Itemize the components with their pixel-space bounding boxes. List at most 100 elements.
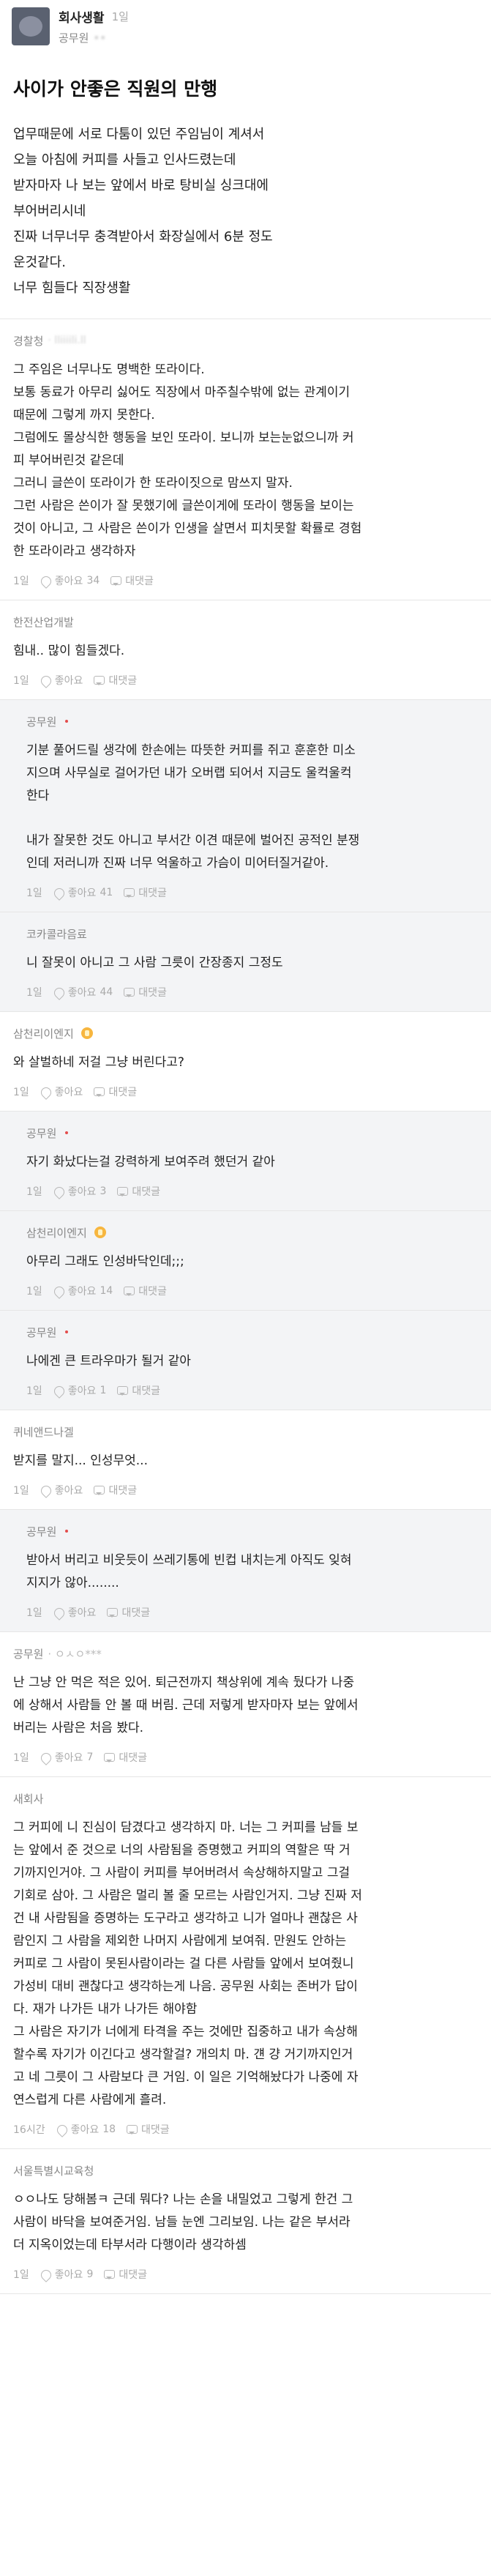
badge-icon	[80, 1027, 93, 1039]
comment-author[interactable]: 삼천리이엔지	[26, 1225, 87, 1240]
comment-text-line: 그런 사람은 쓴이가 잘 못했기에 글쓴이게에 또라이 행동을 보이는	[13, 499, 354, 513]
comment-actions: 1일 좋아요 대댓글	[13, 1084, 478, 1099]
like-label: 좋아요	[54, 2269, 83, 2281]
reply-button[interactable]: 대댓글	[116, 1184, 160, 1199]
like-count: 44	[100, 986, 113, 998]
post-meta: 회사생활 1일 공무원 ••	[59, 7, 129, 45]
reply-button[interactable]: 대댓글	[106, 1605, 150, 1620]
op-dot-icon	[65, 1530, 69, 1533]
like-button[interactable]: 좋아요	[40, 673, 83, 688]
like-button[interactable]: 좋아요 34	[40, 573, 100, 588]
reply-button[interactable]: 대댓글	[123, 885, 167, 900]
like-button[interactable]: 좋아요 14	[53, 1284, 113, 1298]
board-name[interactable]: 회사생활	[59, 7, 105, 26]
reply-icon	[93, 1086, 105, 1098]
comment-author[interactable]: 공무원	[26, 1325, 56, 1340]
like-icon	[40, 674, 51, 686]
comment-author[interactable]: 퀴네앤드나겔	[13, 1424, 74, 1440]
comment-text-line: 그러니 글쓴이 또라이가 한 또라이짓으로 맘쓰지 말자.	[13, 476, 293, 491]
comment: 퀴네앤드나겔 받지를 말지... 인성무엇... 1일 좋아요 대댓글	[0, 1410, 491, 1509]
like-button[interactable]: 좋아요 3	[53, 1184, 107, 1199]
like-label: 좋아요	[70, 2124, 100, 2136]
comment-text-line: 난 그냥 안 먹은 적은 있어. 퇴근전까지 책상위에 계속 뒀다가 나중	[13, 1675, 355, 1690]
comment: 한전산업개발 힘내.. 많이 힘들겠다. 1일 좋아요 대댓글	[0, 600, 491, 699]
comment-text-line: 기까지인거야. 그 사람이 커피를 부어버려서 속상해하지말고 그걸	[13, 1866, 351, 1880]
comment-text-line: 기분 풀어드릴 생각에 한손에는 따뜻한 커피를 쥐고 훈훈한 미소	[26, 743, 356, 758]
like-icon	[40, 1484, 51, 1496]
like-icon	[40, 1086, 51, 1098]
reply-comment: 공무원 자기 화났다는걸 강력하게 보여주려 했던거 같아 1일 좋아요 3 대댓글	[0, 1112, 491, 1210]
comment-head: 한전산업개발	[13, 614, 478, 630]
comment-author[interactable]: 경찰청	[13, 333, 43, 349]
comment-actions: 16시간 좋아요 18 대댓글	[13, 2122, 478, 2137]
reply-label: 대댓글	[108, 1485, 138, 1497]
reply-button[interactable]: 대댓글	[116, 1383, 160, 1398]
comment-author[interactable]: 한전산업개발	[13, 614, 74, 630]
like-button[interactable]: 좋아요 9	[40, 2267, 94, 2282]
like-label: 좋아요	[67, 1286, 97, 1298]
post-body-line: 너무 힘들다 직장생활	[13, 280, 131, 296]
reply-button[interactable]: 대댓글	[103, 1750, 147, 1765]
comment-author[interactable]: 서울특별시교육청	[13, 2163, 94, 2178]
comment-text-line: 것이 아니고, 그 사람은 쓴이가 인생을 살면서 피치못할 확률로 경험	[13, 521, 362, 536]
reply-label: 대댓글	[119, 1752, 147, 1764]
comment-time: 1일	[26, 987, 42, 999]
reply-button[interactable]: 대댓글	[103, 2267, 147, 2282]
comment-author[interactable]: 삼천리이엔지	[13, 1026, 74, 1041]
comment-author[interactable]: 공무원	[26, 1524, 56, 1539]
comment-text-line: 버리는 사람은 처음 봤다.	[13, 1721, 144, 1735]
reply-label: 대댓글	[125, 576, 154, 587]
board-avatar[interactable]	[12, 7, 50, 45]
reply-icon	[103, 2268, 116, 2280]
comment-text-line: 그 사람은 자기가 너에게 타격을 주는 것에만 집중하고 내가 속상해	[13, 2025, 358, 2039]
reply-button[interactable]: 대댓글	[93, 673, 137, 688]
like-icon	[53, 1607, 64, 1618]
like-label: 좋아요	[67, 1607, 97, 1619]
like-button[interactable]: 좋아요 7	[40, 1750, 94, 1765]
like-label: 좋아요	[67, 987, 97, 999]
reply-button[interactable]: 대댓글	[93, 1483, 137, 1497]
comment: 새회사 그 커피에 니 진심이 담겼다고 생각하지 마. 너는 그 커피를 남들 …	[0, 1777, 491, 2148]
comment-head: 코카콜라음료	[26, 926, 478, 942]
like-button[interactable]: 좋아요 41	[53, 885, 113, 900]
comment-head: 공무원 · ㅇㅅㅇ***	[13, 1645, 478, 1661]
comment-head: 공무원	[26, 1523, 478, 1539]
like-label: 좋아요	[54, 1087, 83, 1098]
reply-icon	[116, 1385, 129, 1396]
reply-comment: 공무원 받아서 버리고 비웃듯이 쓰레기통에 빈컵 내치는게 아직도 잊혀 지지가 …	[0, 1510, 491, 1631]
like-button[interactable]: 좋아요	[53, 1605, 97, 1620]
like-button[interactable]: 좋아요	[40, 1084, 83, 1099]
post-header: 회사생활 1일 공무원 ••	[0, 0, 491, 53]
comment-actions: 1일 좋아요 3 대댓글	[26, 1184, 478, 1199]
comment-text-line: 가성비 대비 괜찮다고 생각하는게 나음. 공무원 사회는 존버가 답이	[13, 1979, 358, 1994]
comment-actions: 1일 좋아요 1 대댓글	[26, 1383, 478, 1398]
comment-author[interactable]: 코카콜라음료	[26, 926, 87, 942]
comment-author[interactable]: 새회사	[13, 1791, 43, 1806]
comment-actions: 1일 좋아요 대댓글	[13, 673, 478, 688]
reply-button[interactable]: 대댓글	[93, 1084, 137, 1099]
comment-time: 1일	[26, 1186, 42, 1198]
op-dot-icon	[65, 1330, 69, 1333]
reply-label: 대댓글	[132, 1186, 160, 1198]
reply-label: 대댓글	[121, 1607, 151, 1619]
comment-author[interactable]: 공무원	[26, 1125, 56, 1141]
comment-author[interactable]: 공무원	[26, 714, 56, 729]
post-body-line: 진짜 너무너무 충격받아서 화장실에서 6분 정도	[13, 229, 273, 245]
reply-button[interactable]: 대댓글	[126, 2122, 170, 2137]
like-icon	[53, 1285, 64, 1297]
comment-text-line: 에 상해서 사람들 안 볼 때 버림. 근데 저렇게 받자마자 보는 앞에서	[13, 1698, 359, 1713]
reply-button[interactable]: 대댓글	[123, 1284, 167, 1298]
like-button[interactable]: 좋아요 44	[53, 985, 113, 999]
comment-text-line: 는 앞에서 준 것으로 너의 사람됨을 증명했고 커피의 역할은 딱 거	[13, 1843, 351, 1858]
post-page: 회사생활 1일 공무원 •• 사이가 안좋은 직원의 만행 업무때문에 서로 다…	[0, 0, 491, 2576]
reply-button[interactable]: 대댓글	[110, 573, 154, 588]
comment-author[interactable]: 공무원	[13, 1646, 43, 1661]
like-button[interactable]: 좋아요	[40, 1483, 83, 1497]
reply-button[interactable]: 대댓글	[123, 985, 167, 999]
like-button[interactable]: 좋아요 1	[53, 1383, 107, 1398]
like-count: 7	[86, 1752, 94, 1763]
like-button[interactable]: 좋아요 18	[56, 2122, 116, 2137]
post-body: 업무때문에 서로 다툼이 있던 주임님이 계셔서 오늘 아침에 커피를 사들고 인…	[0, 114, 491, 319]
like-label: 좋아요	[67, 887, 97, 899]
comment-list: 경찰청 · lliiiili.ll 그 주임은 너무나도 명백한 또라이다. 보통 동…	[0, 319, 491, 2294]
